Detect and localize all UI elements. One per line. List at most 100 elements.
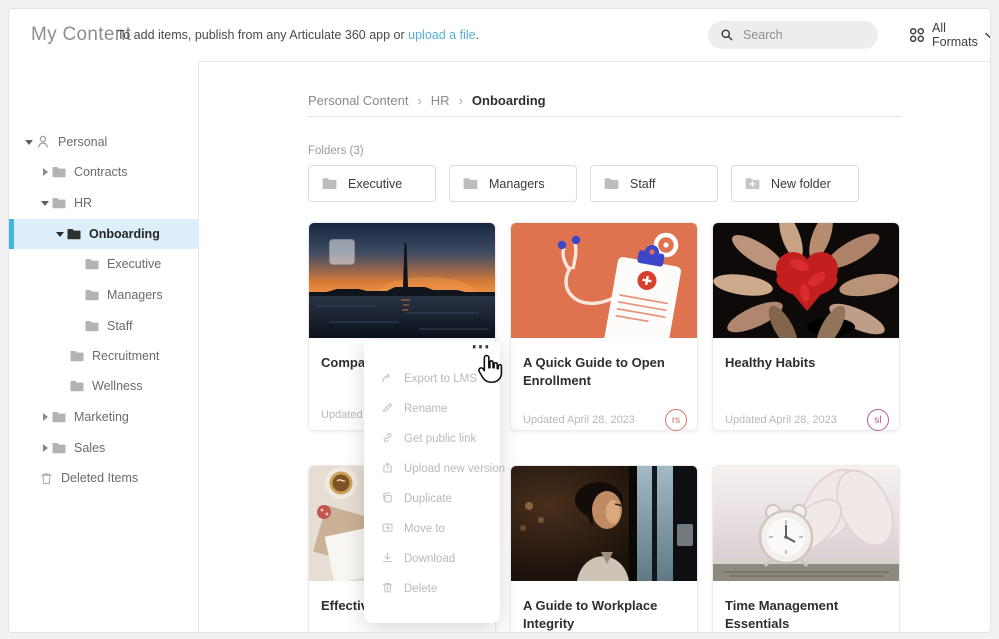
content-card-healthy-habits[interactable]: Healthy Habits Updated April 28, 2023 sl [712,222,900,431]
duplicate-icon [381,491,394,507]
subtitle-text: To add items, publish from any Articulat… [117,28,409,42]
folder-icon [321,175,338,192]
sidebar-item-personal[interactable]: Personal [9,127,198,157]
folder-icon [69,378,85,394]
sidebar-item-hr[interactable]: HR [9,188,198,218]
menu-item-label: Upload new version [404,463,506,475]
breadcrumb-divider [308,116,901,117]
menu-item-label: Rename [404,403,448,415]
card-context-menu: Export to LMS Rename Get public link Upl… [364,340,505,623]
folder-icon [51,409,67,425]
author-avatar: sl [867,409,889,431]
menu-item-download[interactable]: Download [364,544,500,574]
breadcrumb-hr[interactable]: HR [431,93,450,108]
caret-right-icon[interactable] [39,413,51,421]
search-box[interactable] [708,21,878,49]
folder-icon [66,226,82,242]
card-title: Healthy Habits [725,355,816,370]
search-icon [720,28,734,42]
sidebar-item-contracts[interactable]: Contracts [9,157,198,187]
card-thumbnail-clock-book [713,466,899,581]
sidebar-item-marketing[interactable]: Marketing [9,402,198,432]
content-card-workplace-integrity[interactable]: A Guide to Workplace Integrity [510,465,698,632]
sidebar-item-label: Personal [58,135,108,149]
folder-chip-managers[interactable]: Managers [449,165,577,202]
menu-item-move-to[interactable]: Move to [364,514,500,544]
sidebar-item-label: Marketing [74,410,129,424]
sidebar-item-label: Staff [107,319,133,333]
caret-right-icon[interactable] [39,444,51,452]
new-folder-label: New folder [771,176,831,191]
sidebar-item-wellness[interactable]: Wellness [9,371,198,401]
caret-down-icon[interactable] [39,200,51,206]
sidebar-item-label: Contracts [74,165,128,179]
card-thumbnail-medical-clipboard [511,223,697,338]
folder-icon [51,164,67,180]
menu-item-label: Export to LMS [404,373,477,385]
subtitle: To add items, publish from any Articulat… [117,9,479,61]
sidebar-item-label: Wellness [92,379,143,393]
folder-chip-label: Executive [348,176,403,191]
subtitle-period: . [475,28,480,42]
menu-item-label: Delete [404,583,438,595]
card-title: A Guide to Workplace Integrity [523,598,658,631]
content-card-time-management[interactable]: Time Management Essentials [712,465,900,632]
content-card-open-enrollment[interactable]: A Quick Guide to Open Enrollment Updated… [510,222,698,431]
breadcrumb-personal-content[interactable]: Personal Content [308,93,408,108]
card-updated-date: Updated April 28, 2023 [725,414,837,426]
menu-item-rename[interactable]: Rename [364,394,500,424]
person-icon [35,134,51,150]
trash-icon [39,471,54,486]
formats-grid-icon [909,27,925,43]
folder-chip-label: Staff [630,176,656,191]
caret-down-icon[interactable] [54,231,66,237]
menu-item-export-to-lms[interactable]: Export to LMS [364,364,500,394]
folder-chip-label: Managers [489,176,545,191]
card-title: Time Management Essentials [725,598,839,631]
sidebar-item-sales[interactable]: Sales [9,433,198,463]
folder-icon [84,256,100,272]
folder-icon [69,348,85,364]
menu-item-delete[interactable]: Delete [364,574,500,604]
all-formats-dropdown[interactable]: All Formats [909,9,990,61]
search-input[interactable] [741,27,865,43]
folder-chip-executive[interactable]: Executive [308,165,436,202]
sidebar-item-label: HR [74,196,93,210]
folder-icon [603,175,620,192]
card-thumbnail-woman-window [511,466,697,581]
folder-chip-staff[interactable]: Staff [590,165,718,202]
sidebar-item-managers[interactable]: Managers [9,280,198,310]
menu-item-get-public-link[interactable]: Get public link [364,424,500,454]
breadcrumb: Personal Content › HR › Onboarding [308,93,546,108]
sidebar-item-staff[interactable]: Staff [9,311,198,341]
menu-item-label: Get public link [404,433,477,445]
new-folder-button[interactable]: New folder [731,165,859,202]
upload-a-file-link[interactable]: upload a file [408,28,475,42]
card-kebab-menu-button[interactable]: ⋯ [471,338,491,357]
export-lms-icon [381,371,394,387]
menu-item-duplicate[interactable]: Duplicate [364,484,500,514]
menu-item-upload-new-version[interactable]: Upload new version [364,454,505,484]
breadcrumb-onboarding: Onboarding [471,93,546,108]
formats-label: All Formats [932,21,978,49]
move-to-icon [381,521,394,537]
sidebar-item-label: Deleted Items [61,471,139,485]
folder-tree-sidebar: Personal Contracts HR Onboarding Executi… [9,61,199,632]
card-thumbnail-heart-hands [713,223,899,338]
menu-item-label: Duplicate [404,493,452,505]
folder-icon [51,440,67,456]
sidebar-item-executive[interactable]: Executive [9,249,198,279]
caret-right-icon[interactable] [39,168,51,176]
caret-down-icon[interactable] [23,139,35,145]
sidebar-item-onboarding[interactable]: Onboarding [9,219,198,249]
folder-icon [84,318,100,334]
folder-icon [51,195,67,211]
card-select-checkbox[interactable] [329,239,355,265]
sidebar-item-deleted-items[interactable]: Deleted Items [9,463,198,493]
card-title: A Quick Guide to Open Enrollment [523,355,665,388]
sidebar-item-label: Managers [107,288,163,302]
app-window: My Content To add items, publish from an… [8,8,991,633]
sidebar-item-recruitment[interactable]: Recruitment [9,341,198,371]
sidebar-item-label: Executive [107,257,162,271]
folder-icon [84,287,100,303]
